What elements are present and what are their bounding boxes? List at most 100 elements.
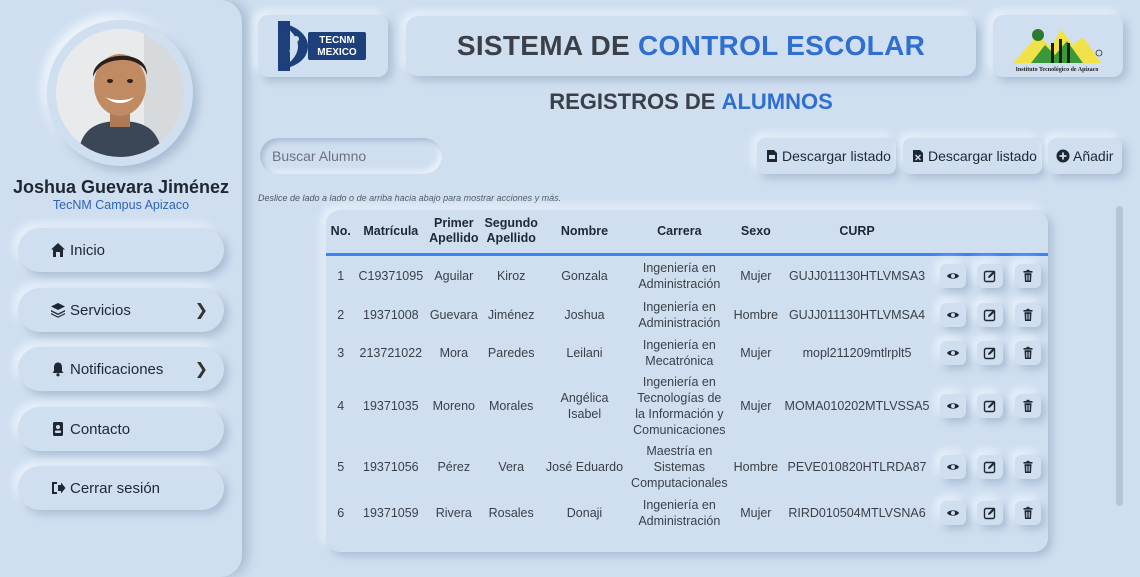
edit-button[interactable] [977,394,1004,418]
download-excel-button[interactable]: Descargar listado [903,138,1042,174]
bell-icon [50,361,66,377]
cell-nombre: Donaji [566,506,603,520]
sidebar-item-label: Servicios [70,301,131,319]
cell-matricula: C19371095 [358,268,424,283]
edit-button[interactable] [977,455,1004,479]
trash-icon [1023,460,1033,473]
trash-icon [1023,506,1033,519]
pdf-file-icon [765,149,779,163]
user-photo [56,29,184,157]
table-row: 4 19371035 Moreno Morales Angélica Isabe… [326,372,1048,440]
cell-sexo: Mujer [740,346,772,360]
view-button[interactable] [939,455,966,479]
sidebar-item-cerrar-sesion[interactable]: Cerrar sesión [18,466,224,510]
home-icon [50,242,66,258]
scrollbar[interactable] [1116,206,1123,506]
cell-matricula: 19371059 [363,506,419,520]
cell-primer-apellido: Guevara [429,308,478,322]
delete-button[interactable] [1014,303,1041,327]
cell-no: 2 [337,308,345,322]
edit-icon [984,309,996,322]
cell-no: 4 [337,399,345,413]
eye-icon [946,350,959,356]
cell-matricula: 19371056 [363,460,419,474]
cell-primer-apellido: Mora [439,346,469,360]
delete-button[interactable] [1014,394,1041,418]
view-button[interactable] [939,501,966,525]
cell-nombre: Angélica Isabel [560,391,609,421]
cell-carrera: Ingeniería en Administración [638,260,721,291]
edit-button[interactable] [977,501,1004,525]
cell-sexo: Mujer [740,268,772,283]
plus-circle-icon [1056,149,1070,163]
sidebar-item-label: Contacto [70,420,131,438]
trash-icon [1023,269,1033,282]
sidebar-item-contacto[interactable]: Contacto [18,407,224,451]
sidebar-item-inicio[interactable]: Inicio [18,228,224,272]
sidebar-item-label: Inicio [70,241,106,259]
edit-icon [984,400,996,413]
col-curp: CURP [781,210,933,256]
logout-icon [50,480,66,496]
sidebar-item-label: Cerrar sesión [70,479,161,497]
tecnm-logo-mark: TECNM MEXICO [278,21,366,71]
cell-sexo: Hombre [733,460,779,474]
page-title: SISTEMA DE CONTROL ESCOLAR [406,16,976,76]
edit-button[interactable] [977,263,1004,288]
col-primer-apellido: Primer Apellido [426,210,482,256]
cell-primer-apellido: Aguilar [434,268,474,283]
chevron-right-icon: ❯ [194,302,208,319]
download-pdf-button[interactable]: Descargar listado [757,138,896,174]
cell-segundo-apellido: Rosales [488,506,534,520]
tecnm-logo-line1: TECNM [319,35,355,46]
cell-curp: GUJJ011130HTLVMSA3 [788,268,926,283]
cell-matricula: 19371008 [363,308,419,322]
table-row: 2 19371008 Guevara Jiménez Joshua Ingeni… [326,296,1048,334]
col-carrera: Carrera [628,210,731,256]
col-segundo-apellido: Segundo Apellido [481,210,541,256]
col-no: No. [326,210,356,256]
cell-matricula: 19371035 [363,399,419,413]
excel-file-icon [911,149,925,163]
add-label: Añadir [1073,148,1114,164]
students-table: No. Matrícula Primer Apellido Segundo Ap… [326,210,1048,532]
cell-segundo-apellido: Morales [488,399,534,413]
edit-icon [984,461,996,474]
title-part-1: SISTEMA DE [456,30,630,61]
view-button[interactable] [939,303,966,327]
view-button[interactable] [939,341,966,365]
cell-carrera: Ingeniería en Mecatrónica [642,338,716,368]
cell-nombre: Joshua [564,308,605,322]
cell-nombre: José Eduardo [545,460,624,474]
table-row: 3 213721022 Mora Paredes Leilani Ingenie… [326,334,1048,372]
cell-segundo-apellido: Jiménez [487,308,535,322]
delete-button[interactable] [1014,341,1041,365]
table-body: 1 C19371095 Aguilar Kiroz Gonzala Ingeni… [326,254,1048,532]
cell-no: 5 [337,460,345,474]
delete-button[interactable] [1014,263,1041,288]
download-pdf-label: Descargar listado [782,148,891,164]
edit-button[interactable] [977,341,1004,365]
cell-curp: mopl211209mtlrplt5 [802,346,912,360]
edit-button[interactable] [977,303,1004,327]
delete-button[interactable] [1014,501,1041,525]
sidebar-item-notificaciones[interactable]: Notificaciones ❯ [18,347,224,391]
contact-card-icon [50,421,66,437]
delete-button[interactable] [1014,455,1041,479]
cell-actions [933,494,1048,532]
table-row: 6 19371059 Rivera Rosales Donaji Ingenie… [326,494,1048,532]
edit-icon [984,347,996,360]
avatar [56,29,184,157]
trash-icon [1023,308,1033,321]
view-button[interactable] [939,263,966,288]
search-input[interactable] [260,138,442,174]
eye-icon [946,403,959,409]
scroll-hint: Deslice de lado a lado o de arriba hacia… [258,193,562,203]
cell-curp: GUJJ011130HTLVMSA4 [788,308,926,322]
tecnm-logo-line2: MEXICO [317,47,357,58]
page-subtitle: REGISTROS DE ALUMNOS [406,89,976,115]
view-button[interactable] [939,394,966,418]
cell-no: 3 [337,346,345,360]
add-student-button[interactable]: Añadir [1048,138,1122,174]
sidebar-item-servicios[interactable]: Servicios ❯ [18,288,224,332]
